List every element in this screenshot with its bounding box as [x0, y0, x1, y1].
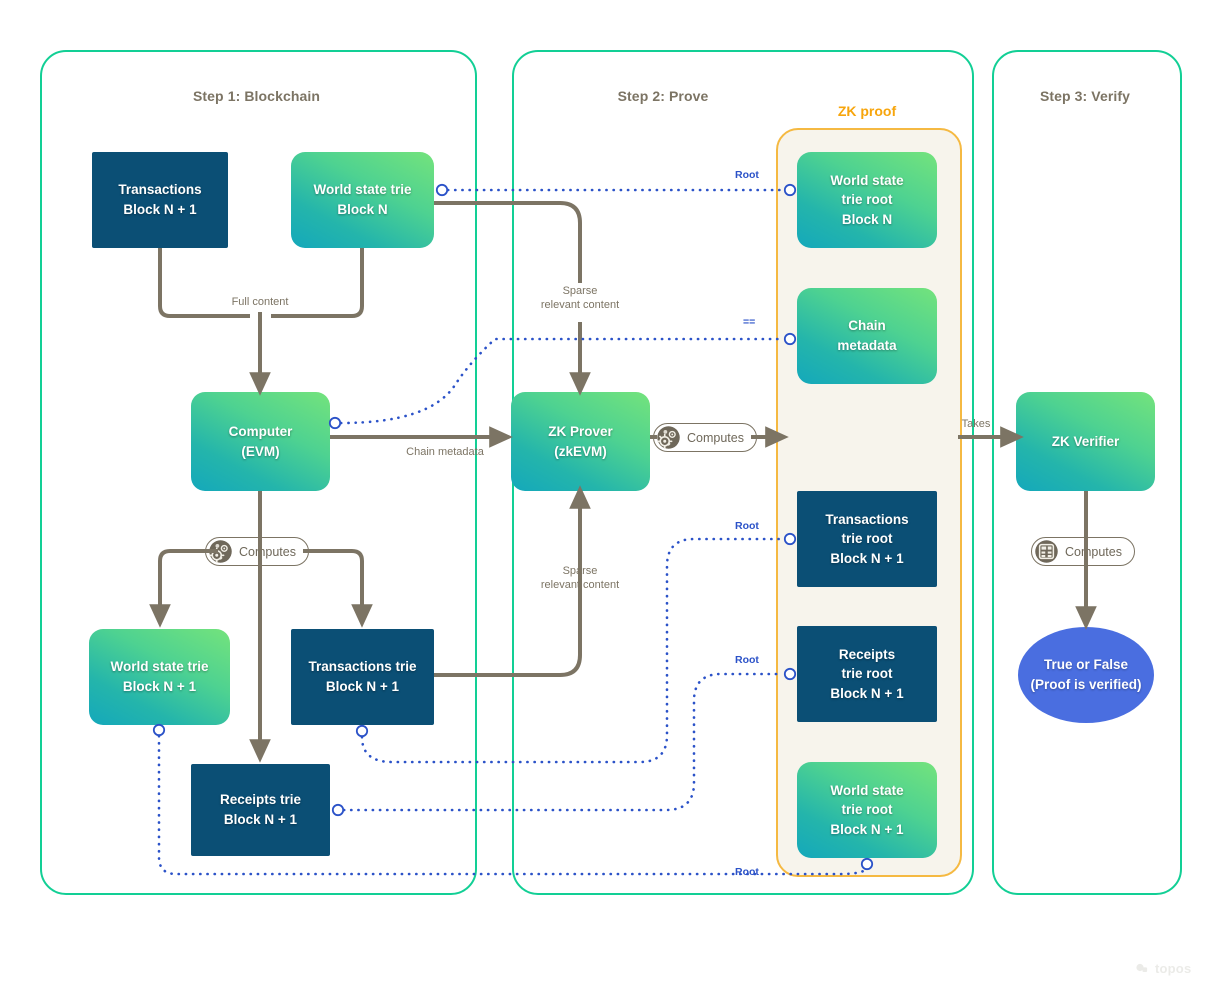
dotted-edge-receipts-trie-root [342, 672, 785, 812]
port-receipts-trie-out [331, 803, 345, 817]
port-proof-chain-metadata-in [783, 332, 797, 346]
port-worldstate-n1-out [152, 723, 166, 737]
diagram-canvas: Step 1: Blockchain Step 2: Prove Step 3:… [0, 0, 1216, 1001]
port-proof-tx-root-in [783, 532, 797, 546]
port-transactions-trie-out [355, 724, 369, 738]
dotted-edge-tx-trie-root [360, 537, 785, 764]
port-proof-state-root-n-in [783, 183, 797, 197]
port-proof-receipts-root-in [783, 667, 797, 681]
port-worldstate-n-out [435, 183, 449, 197]
dotted-edges-layer [152, 183, 874, 876]
dotted-edge-chain-metadata [339, 337, 785, 425]
port-computer-out [328, 416, 342, 430]
port-proof-state-root-n1-in [860, 857, 874, 871]
dotted-edge-world-state-root-n1 [157, 734, 868, 876]
